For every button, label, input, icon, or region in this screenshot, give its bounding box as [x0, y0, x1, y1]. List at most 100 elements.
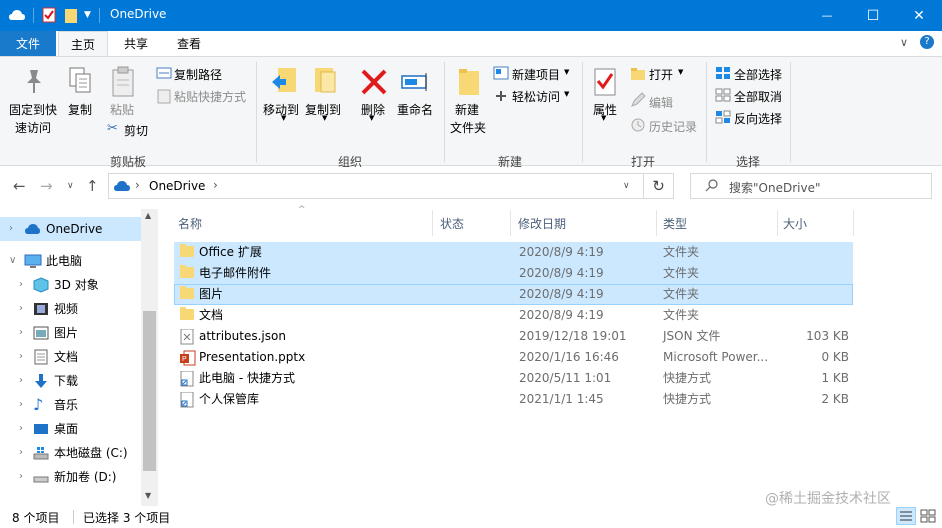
- tab-view[interactable]: 查看: [164, 31, 214, 57]
- details-view-icon[interactable]: [896, 507, 916, 525]
- cut-button[interactable]: 剪切: [124, 122, 148, 139]
- open-button[interactable]: 打开: [649, 66, 673, 83]
- nav-item-3d-objects[interactable]: › 3D 对象: [0, 273, 141, 297]
- new-folder-qat-icon[interactable]: [64, 8, 78, 27]
- select-all-button[interactable]: 全部选择: [734, 66, 782, 83]
- chevron-right-icon[interactable]: ›: [19, 321, 23, 345]
- video-icon: [33, 301, 49, 317]
- address-bar[interactable]: › OneDrive › ∨: [108, 173, 644, 199]
- maximize-button[interactable]: ☐: [850, 0, 896, 31]
- onedrive-cloud-icon: [24, 221, 40, 237]
- column-divider[interactable]: [510, 210, 511, 236]
- easy-access-button[interactable]: 轻松访问: [512, 88, 560, 105]
- column-divider[interactable]: [432, 210, 433, 236]
- file-row[interactable]: 图片 2020/8/9 4:19 文件夹: [174, 284, 853, 305]
- chevron-right-icon[interactable]: ›: [19, 441, 23, 465]
- nav-label: 本地磁盘 (C:): [54, 446, 128, 460]
- column-header-type[interactable]: 类型: [663, 215, 687, 232]
- column-divider[interactable]: [656, 210, 657, 236]
- nav-scrollbar[interactable]: ▲ ▼: [141, 209, 158, 509]
- delete-x-icon: [360, 68, 388, 99]
- file-modified: 2020/8/9 4:19: [519, 287, 604, 301]
- computer-icon: [24, 253, 42, 269]
- invert-selection-button[interactable]: 反向选择: [734, 110, 782, 127]
- copy-path-button[interactable]: 复制路径: [174, 66, 222, 83]
- column-header-status[interactable]: 状态: [440, 215, 464, 232]
- recent-locations-icon[interactable]: ∨: [67, 181, 74, 191]
- nav-item-volume-d[interactable]: › 新加卷 (D:): [0, 465, 141, 489]
- column-divider[interactable]: [853, 210, 854, 236]
- new-item-dropdown-icon[interactable]: ▼: [564, 68, 569, 76]
- ribbon-separator: [444, 62, 445, 162]
- file-row[interactable]: 此电脑 - 快捷方式 2020/5/11 1:01 快捷方式 1 KB: [174, 368, 853, 389]
- nav-label: 音乐: [54, 398, 79, 412]
- nav-item-desktop[interactable]: › 桌面: [0, 417, 141, 441]
- nav-item-music[interactable]: › ♪ 音乐: [0, 393, 141, 417]
- new-item-button[interactable]: 新建项目: [512, 66, 560, 83]
- nav-item-onedrive[interactable]: › OneDrive: [0, 217, 141, 241]
- qat-separator: [33, 8, 34, 23]
- select-none-icon: [715, 88, 731, 105]
- column-header-size[interactable]: 大小: [783, 215, 807, 232]
- select-none-button[interactable]: 全部取消: [734, 88, 782, 105]
- open-dropdown-icon[interactable]: ▼: [678, 68, 683, 76]
- chevron-right-icon[interactable]: ›: [19, 273, 23, 297]
- file-row[interactable]: P Presentation.pptx 2020/1/16 16:46 Micr…: [174, 347, 853, 368]
- close-button[interactable]: ✕: [896, 0, 942, 31]
- selected-count: 已选择 3 个项目: [83, 511, 171, 525]
- new-folder-icon: [457, 67, 481, 100]
- history-button[interactable]: 历史记录: [649, 118, 697, 135]
- nav-item-downloads[interactable]: › 下载: [0, 369, 141, 393]
- address-dropdown-icon[interactable]: ∨: [623, 181, 630, 191]
- file-row[interactable]: attributes.json 2019/12/18 19:01 JSON 文件…: [174, 326, 853, 347]
- tab-home[interactable]: 主页: [58, 31, 108, 57]
- refresh-button[interactable]: ↻: [644, 173, 674, 199]
- chevron-right-icon[interactable]: ›: [19, 297, 23, 321]
- chevron-right-icon[interactable]: ›: [9, 217, 13, 241]
- nav-item-local-disk-c[interactable]: › 本地磁盘 (C:): [0, 441, 141, 465]
- ribbon-collapse-icon[interactable]: ∨: [900, 36, 908, 49]
- file-modified: 2020/8/9 4:19: [519, 308, 604, 322]
- scroll-thumb[interactable]: [143, 311, 156, 471]
- chevron-down-icon[interactable]: ∨: [9, 249, 16, 273]
- file-row[interactable]: Office 扩展 2020/8/9 4:19 文件夹: [174, 242, 853, 263]
- file-row[interactable]: 文档 2020/8/9 4:19 文件夹: [174, 305, 853, 326]
- chevron-right-icon[interactable]: ›: [19, 417, 23, 441]
- qat-customize-icon[interactable]: ▼: [84, 10, 91, 20]
- help-icon[interactable]: ?: [920, 35, 934, 49]
- easy-access-dropdown-icon[interactable]: ▼: [564, 90, 569, 98]
- scroll-down-icon[interactable]: ▼: [145, 491, 151, 500]
- search-box[interactable]: 搜索"OneDrive": [690, 173, 932, 199]
- chevron-right-icon[interactable]: ›: [19, 369, 23, 393]
- edit-button[interactable]: 编辑: [649, 94, 673, 111]
- file-type: 文件夹: [663, 245, 700, 259]
- breadcrumb-separator-icon: ›: [213, 178, 218, 192]
- ribbon-separator: [256, 62, 257, 162]
- file-row[interactable]: 电子邮件附件 2020/8/9 4:19 文件夹: [174, 263, 853, 284]
- nav-item-videos[interactable]: › 视频: [0, 297, 141, 321]
- properties-check-icon[interactable]: [42, 7, 56, 26]
- tab-file[interactable]: 文件: [0, 31, 56, 57]
- breadcrumb-onedrive[interactable]: OneDrive: [149, 179, 205, 193]
- file-type: 文件夹: [663, 287, 700, 301]
- column-header-modified[interactable]: 修改日期: [518, 215, 566, 232]
- back-arrow-icon[interactable]: ←: [13, 177, 26, 195]
- minimize-button[interactable]: —: [804, 0, 850, 31]
- scroll-up-icon[interactable]: ▲: [145, 211, 151, 220]
- column-divider[interactable]: [777, 210, 778, 236]
- paste-clipboard-icon: [110, 66, 138, 101]
- column-header-name[interactable]: 名称: [178, 215, 202, 232]
- chevron-right-icon[interactable]: ›: [19, 345, 23, 369]
- easy-access-icon: [493, 88, 509, 107]
- nav-item-this-pc[interactable]: ∨ 此电脑: [0, 249, 141, 273]
- large-icons-view-icon[interactable]: [920, 509, 936, 526]
- up-arrow-icon[interactable]: ↑: [86, 177, 99, 195]
- chevron-right-icon[interactable]: ›: [19, 393, 23, 417]
- chevron-right-icon[interactable]: ›: [19, 465, 23, 489]
- tab-share[interactable]: 共享: [112, 31, 160, 57]
- paste-shortcut-button[interactable]: 粘贴快捷方式: [174, 88, 246, 105]
- file-row[interactable]: 个人保管库 2021/1/1 1:45 快捷方式 2 KB: [174, 389, 853, 410]
- forward-arrow-icon[interactable]: →: [40, 177, 53, 195]
- nav-item-pictures[interactable]: › 图片: [0, 321, 141, 345]
- nav-item-documents[interactable]: › 文档: [0, 345, 141, 369]
